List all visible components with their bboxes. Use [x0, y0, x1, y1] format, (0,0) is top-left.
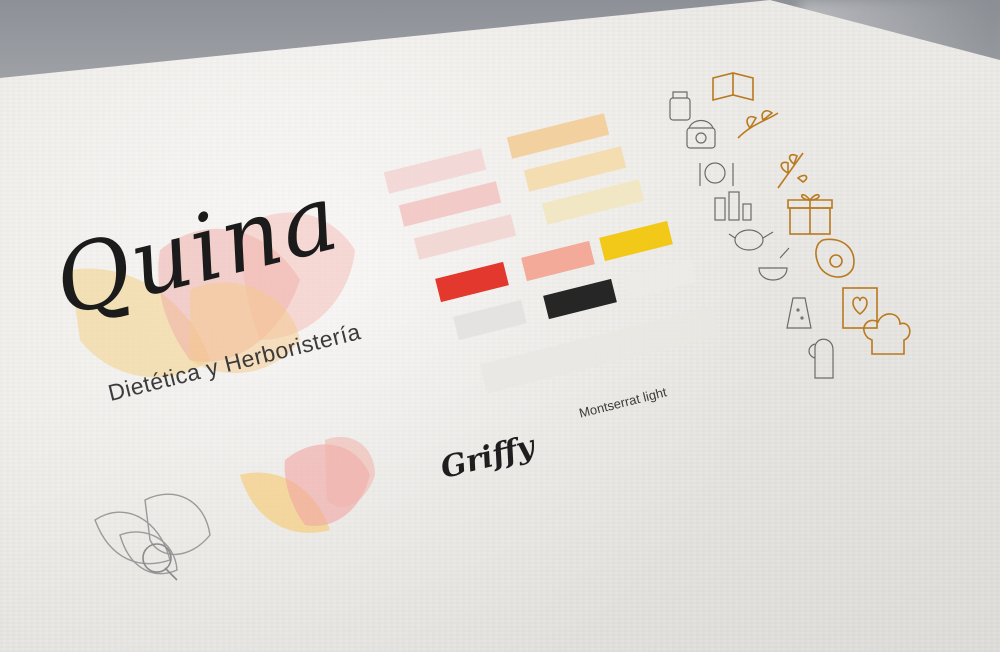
gold-icon-column: [712, 72, 911, 355]
wheat-icon: [777, 152, 808, 189]
leaf-branch-icon: [737, 110, 779, 139]
logo-color-mark: [240, 436, 375, 533]
recipe-card-icon: [842, 287, 878, 329]
jar-icon: [669, 91, 691, 121]
book-icon: [712, 72, 754, 102]
avocado-icon: [815, 238, 855, 278]
gift-box-icon: [787, 193, 833, 235]
logo-outline-mark: [94, 493, 211, 581]
chef-hat-icon: [863, 313, 911, 355]
